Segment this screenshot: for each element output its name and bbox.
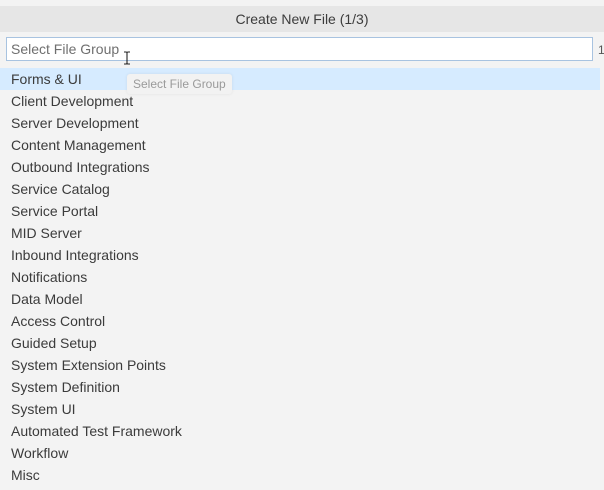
list-item-automated-test-framework[interactable]: Automated Test Framework [0, 420, 600, 442]
list-item-workflow[interactable]: Workflow [0, 442, 600, 464]
right-edge-glyph: 1 [598, 43, 604, 57]
list-item-content-management[interactable]: Content Management [0, 134, 600, 156]
list-item-server-development[interactable]: Server Development [0, 112, 600, 134]
search-input[interactable] [7, 38, 592, 60]
list-item-service-portal[interactable]: Service Portal [0, 200, 600, 222]
list-item-inbound-integrations[interactable]: Inbound Integrations [0, 244, 600, 266]
quick-pick-panel: Create New File (1/3) 1 Forms & UI Clien… [0, 0, 604, 490]
list-item-notifications[interactable]: Notifications [0, 266, 600, 288]
list-item-misc[interactable]: Misc [0, 464, 600, 486]
list-item-client-development[interactable]: Client Development [0, 90, 600, 112]
list-item-service-catalog[interactable]: Service Catalog [0, 178, 600, 200]
search-input-wrapper[interactable] [6, 37, 593, 61]
list-item-system-ui[interactable]: System UI [0, 398, 600, 420]
list-item-guided-setup[interactable]: Guided Setup [0, 332, 600, 354]
list-item-system-definition[interactable]: System Definition [0, 376, 600, 398]
list-item-forms-ui[interactable]: Forms & UI [0, 68, 600, 90]
file-group-list: Forms & UI Client Development Server Dev… [0, 68, 600, 486]
quick-pick-title: Create New File (1/3) [0, 6, 604, 32]
list-item-mid-server[interactable]: MID Server [0, 222, 600, 244]
list-item-access-control[interactable]: Access Control [0, 310, 600, 332]
list-item-data-model[interactable]: Data Model [0, 288, 600, 310]
list-item-system-extension-points[interactable]: System Extension Points [0, 354, 600, 376]
list-item-outbound-integrations[interactable]: Outbound Integrations [0, 156, 600, 178]
input-tooltip: Select File Group [127, 74, 232, 94]
